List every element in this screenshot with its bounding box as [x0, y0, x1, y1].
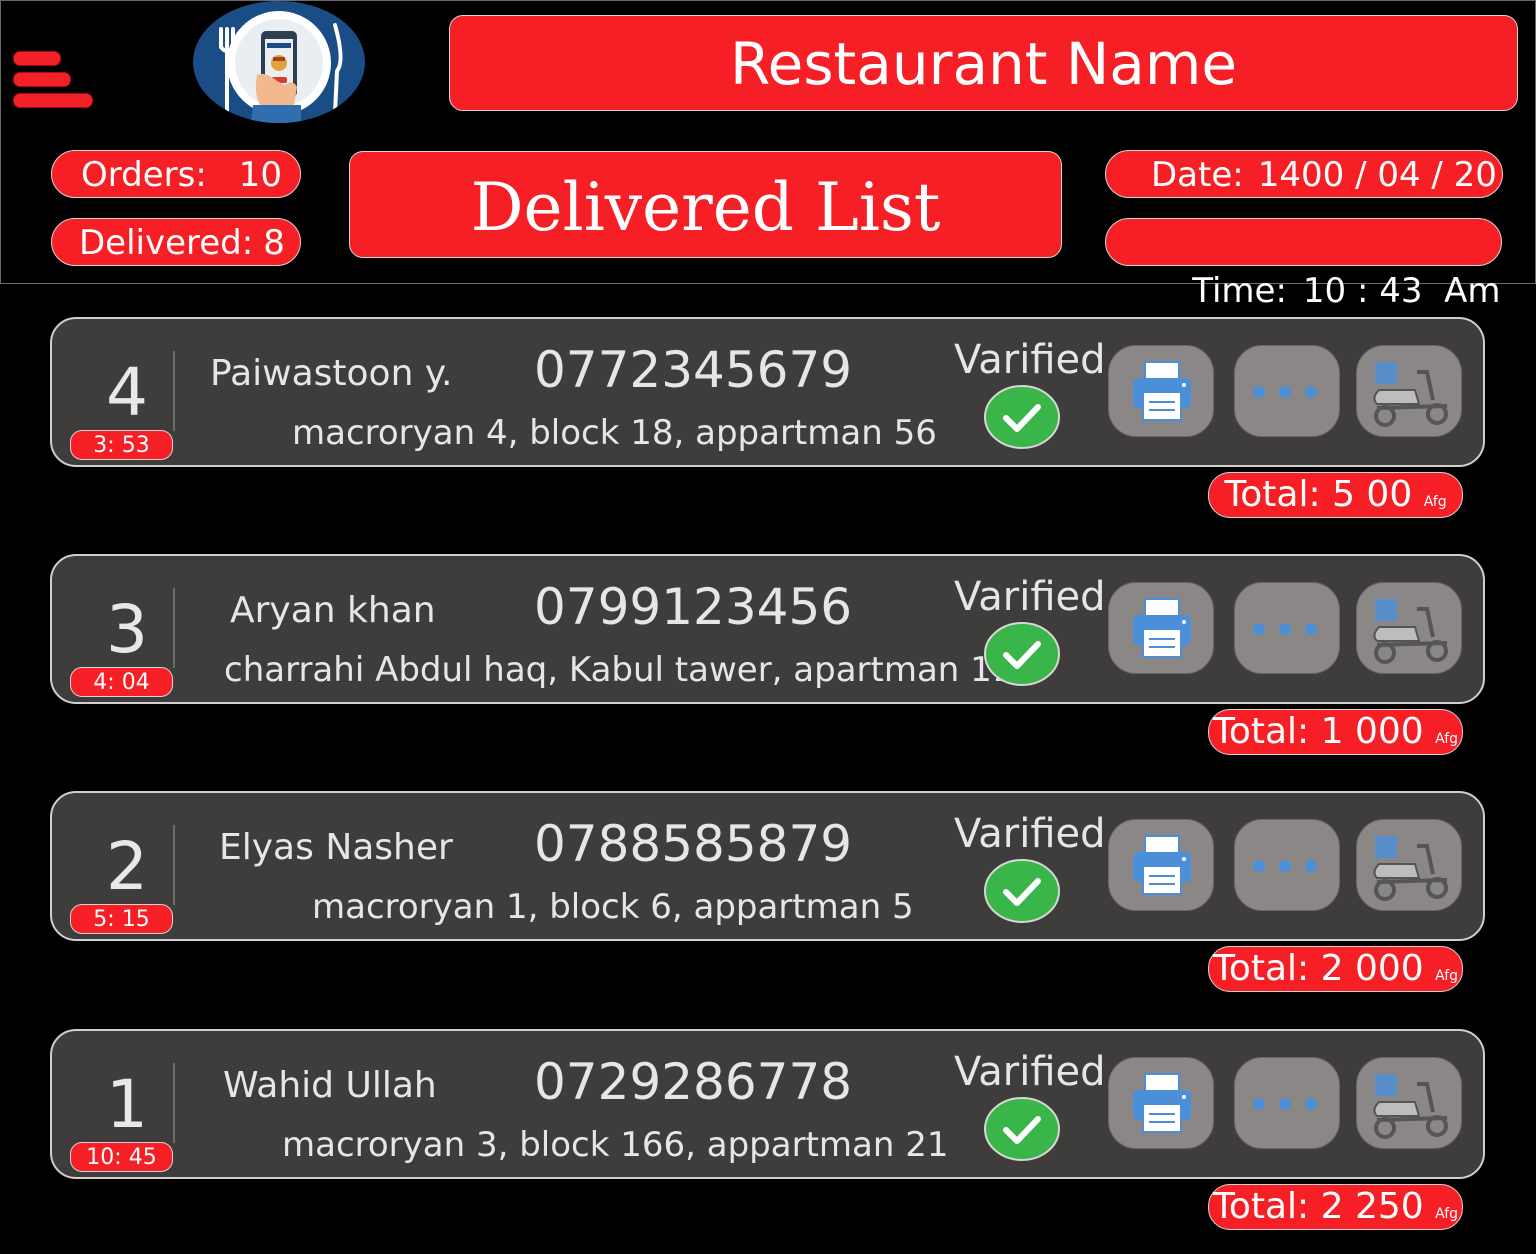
delivery-button[interactable]: [1356, 582, 1462, 674]
total-value: 1 000: [1320, 711, 1424, 752]
delivery-scooter-icon: [1373, 599, 1448, 664]
customer-address: charrahi Abdul haq, Kabul tawer, apartma…: [224, 650, 1014, 690]
total-value: 5 00: [1332, 474, 1413, 515]
order-total: Total: 2 000 Afg: [1208, 946, 1463, 992]
delivered-value: 8: [263, 223, 285, 263]
total-label: Total:: [1212, 1186, 1310, 1227]
delivery-button[interactable]: [1356, 1057, 1462, 1149]
divider: [173, 825, 175, 905]
printer-icon: [1133, 835, 1191, 895]
currency: Afg: [1435, 1206, 1459, 1222]
customer-phone: 0729286778: [534, 1053, 853, 1111]
printer-icon: [1133, 598, 1191, 658]
date-badge: Date: 1400 / 04 / 20: [1105, 150, 1503, 198]
date-label: Date:: [1151, 155, 1244, 195]
order-time-badge: 5: 15: [70, 904, 173, 934]
delivery-scooter-icon: [1373, 1074, 1448, 1139]
print-button[interactable]: [1108, 582, 1214, 674]
check-circle-icon: [984, 622, 1060, 686]
currency: Afg: [1423, 494, 1447, 510]
order-number: 2: [106, 828, 148, 905]
more-options-button[interactable]: [1234, 582, 1340, 674]
time-value: 10 : 43 Am: [1302, 271, 1501, 311]
customer-name: Aryan khan: [230, 590, 436, 631]
delivered-label: Delivered:: [79, 223, 254, 263]
check-circle-icon: [984, 859, 1060, 923]
customer-name: Wahid Ullah: [223, 1065, 437, 1106]
more-dots-icon: [1253, 1098, 1317, 1110]
time-badge: Time: 10 : 43 Am: [1105, 218, 1502, 311]
more-dots-icon: [1253, 623, 1317, 635]
total-value: 2 250: [1320, 1186, 1424, 1227]
orders-label: Orders:: [81, 155, 207, 195]
delivery-scooter-icon: [1373, 362, 1448, 427]
divider: [173, 588, 175, 668]
verified-label: Varified: [954, 337, 1106, 383]
order-total: Total: 1 000 Afg: [1208, 709, 1463, 755]
more-dots-icon: [1253, 386, 1317, 398]
orders-count-badge: Orders: 10: [51, 150, 301, 198]
printer-icon: [1133, 361, 1191, 421]
check-circle-icon: [984, 385, 1060, 449]
divider: [173, 1063, 175, 1143]
customer-phone: 0799123456: [534, 578, 853, 636]
more-options-button[interactable]: [1234, 819, 1340, 911]
restaurant-name: Restaurant Name: [449, 15, 1518, 111]
delivery-scooter-icon: [1373, 836, 1448, 901]
check-circle-icon: [984, 1097, 1060, 1161]
hamburger-menu-icon[interactable]: [13, 51, 95, 109]
restaurant-logo: [193, 1, 365, 123]
order-time-badge: 3: 53: [70, 430, 173, 460]
verified-label: Varified: [954, 574, 1106, 620]
delivered-count-badge: Delivered: 8: [51, 218, 301, 266]
currency: Afg: [1435, 968, 1459, 984]
total-label: Total:: [1212, 711, 1310, 752]
order-card[interactable]: 3 4: 04 Aryan khan 0799123456 charrahi A…: [50, 554, 1485, 704]
customer-address: macroryan 4, block 18, appartman 56: [292, 413, 937, 453]
total-label: Total:: [1224, 474, 1321, 515]
time-label: Time:: [1192, 271, 1287, 311]
order-number: 4: [106, 354, 148, 431]
divider: [173, 351, 175, 431]
customer-name: Elyas Nasher: [219, 827, 453, 868]
order-card[interactable]: 2 5: 15 Elyas Nasher 0788585879 macrorya…: [50, 791, 1485, 941]
order-number: 1: [106, 1066, 148, 1143]
customer-phone: 0772345679: [534, 341, 853, 399]
print-button[interactable]: [1108, 1057, 1214, 1149]
verified-label: Varified: [954, 1049, 1106, 1095]
customer-address: macroryan 3, block 166, appartman 21: [282, 1125, 949, 1165]
page-title: Delivered List: [349, 151, 1062, 258]
order-card[interactable]: 1 10: 45 Wahid Ullah 0729286778 macrorya…: [50, 1029, 1485, 1179]
verified-label: Varified: [954, 811, 1106, 857]
order-time-badge: 10: 45: [70, 1142, 173, 1172]
customer-phone: 0788585879: [534, 815, 853, 873]
print-button[interactable]: [1108, 345, 1214, 437]
order-card[interactable]: 4 3: 53 Paiwastoon y. 0772345679 macrory…: [50, 317, 1485, 467]
currency: Afg: [1435, 731, 1459, 747]
total-value: 2 000: [1320, 948, 1424, 989]
order-number: 3: [106, 591, 148, 668]
customer-address: macroryan 1, block 6, appartman 5: [312, 887, 914, 927]
delivery-button[interactable]: [1356, 819, 1462, 911]
order-total: Total: 2 250 Afg: [1208, 1184, 1463, 1230]
order-time-badge: 4: 04: [70, 667, 173, 697]
orders-value: 10: [238, 155, 283, 195]
more-options-button[interactable]: [1234, 345, 1340, 437]
printer-icon: [1133, 1073, 1191, 1133]
total-label: Total:: [1212, 948, 1310, 989]
customer-name: Paiwastoon y.: [210, 353, 453, 394]
delivery-button[interactable]: [1356, 345, 1462, 437]
app-header: Restaurant Name Orders: 10 Delivered: 8 De…: [0, 0, 1536, 311]
order-total: Total: 5 00 Afg: [1208, 472, 1463, 518]
date-value: 1400 / 04 / 20: [1257, 155, 1497, 195]
more-options-button[interactable]: [1234, 1057, 1340, 1149]
more-dots-icon: [1253, 860, 1317, 872]
print-button[interactable]: [1108, 819, 1214, 911]
